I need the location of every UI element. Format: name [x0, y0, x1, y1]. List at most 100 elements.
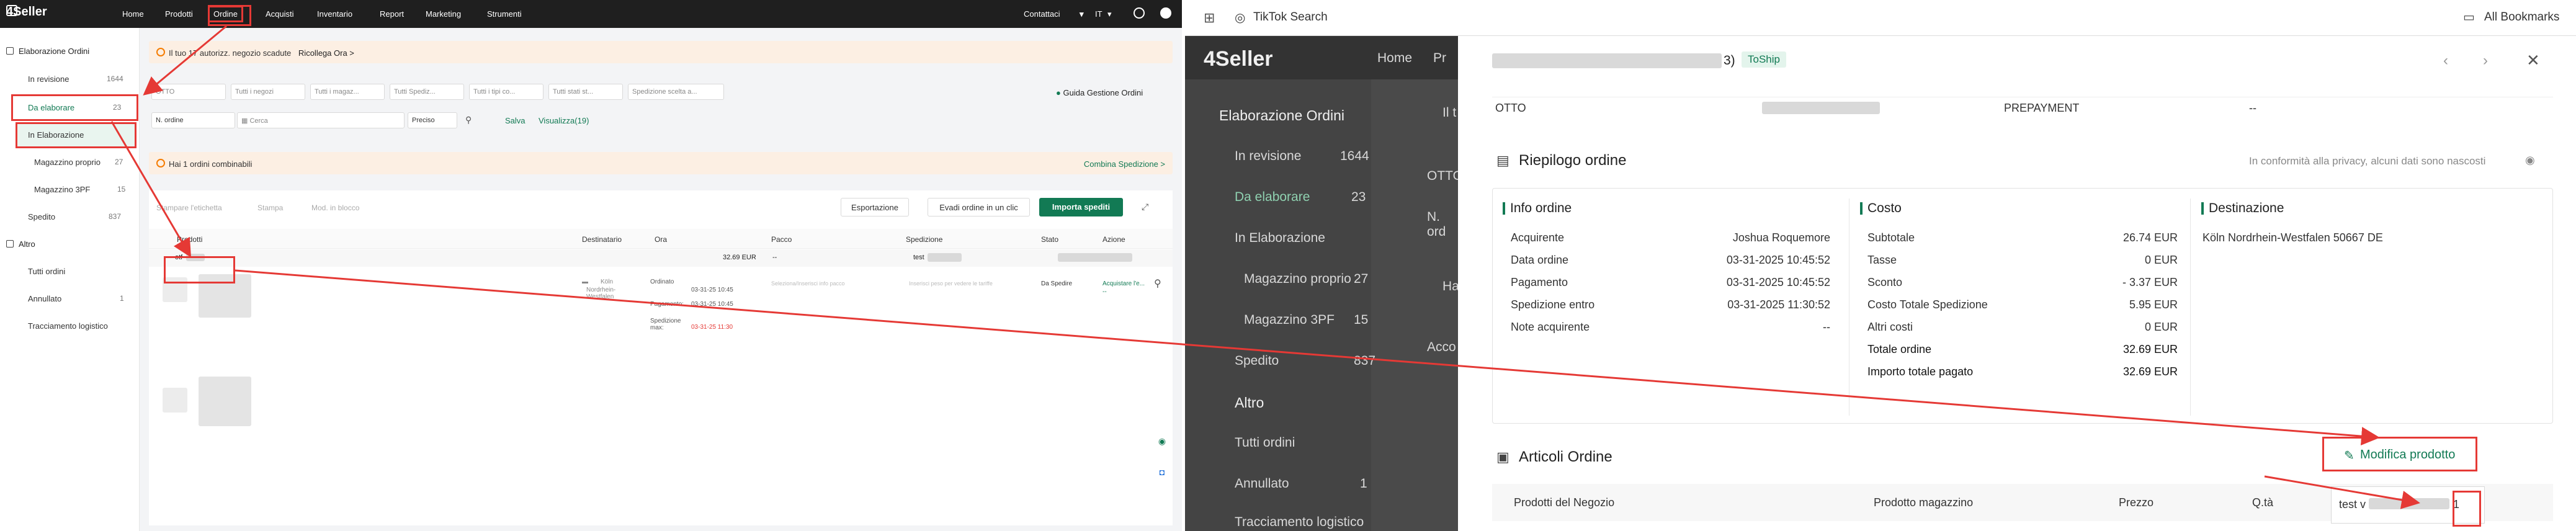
- filter-icon[interactable]: ⚲: [465, 115, 472, 125]
- view-link[interactable]: Visualizza(19): [539, 116, 589, 125]
- sidebar-group-orders[interactable]: Elaborazione Ordini: [6, 47, 89, 56]
- sidebar-item-shipped[interactable]: Spedito: [28, 212, 55, 221]
- blurred-text: [928, 253, 962, 262]
- search-field-select[interactable]: N. ordine: [151, 112, 235, 128]
- bg-item: Tutti ordini: [1235, 435, 1295, 450]
- modify-product-button[interactable]: ✎ Modifica prodotto: [2322, 437, 2477, 471]
- bg-nav-pr: Pr: [1433, 51, 1446, 65]
- settings-icon[interactable]: [1134, 7, 1145, 19]
- sidebar-item-tracking[interactable]: Tracciamento logistico: [28, 321, 108, 331]
- chat-icon[interactable]: ◘: [1154, 464, 1170, 480]
- ordered-date: 03-31-25 10:45: [691, 287, 733, 293]
- warehouse-select[interactable]: Tutti i magaz...: [310, 84, 385, 100]
- status-select[interactable]: Tutti stati st...: [548, 84, 623, 100]
- sidebar-item-review[interactable]: In revisione: [28, 74, 69, 84]
- package-hint[interactable]: Seleziona/Inserisci info pacco: [771, 280, 845, 287]
- ship-by-label: Spedizione max:: [650, 318, 681, 331]
- nav-report[interactable]: Report: [380, 9, 404, 19]
- guide-icon: ●: [1056, 88, 1061, 97]
- export-button[interactable]: Esportazione: [841, 198, 909, 216]
- nav-purchases[interactable]: Acquisti: [266, 9, 294, 19]
- buy-label-link[interactable]: Acquistare l'e...: [1102, 280, 1145, 287]
- close-icon[interactable]: ✕: [2526, 51, 2540, 70]
- section-bar: [1860, 202, 1863, 215]
- col-qty: Q.tà: [2252, 496, 2274, 509]
- one-click-ship-button[interactable]: Evadi ordine in un clic: [928, 198, 1030, 216]
- bg-item: Magazzino 3PF: [1244, 313, 1335, 327]
- print-button[interactable]: Stampa: [257, 203, 283, 212]
- more-actions[interactable]: --: [1102, 288, 1107, 295]
- avatar[interactable]: [1160, 7, 1171, 19]
- detail-label: Data ordine: [1511, 254, 1569, 266]
- type-select[interactable]: Tutti i tipi co...: [469, 84, 543, 100]
- bg-count: 27: [1354, 272, 1369, 286]
- nav-inventory[interactable]: Inventario: [317, 9, 352, 19]
- modify-product-label: Modifica prodotto: [2360, 448, 2456, 462]
- sidebar-item-all-orders[interactable]: Tutti ordini: [28, 267, 65, 276]
- recipient-region: Nordrhein-Westfalen: [586, 287, 616, 300]
- bg-item-active: Da elaborare: [1235, 190, 1310, 204]
- combine-link[interactable]: Combina Spedizione >: [1084, 159, 1165, 169]
- blurred-order-title: [1492, 53, 1722, 68]
- bookmark-tiktok[interactable]: TikTok Search: [1253, 11, 1328, 24]
- bg-count: 837: [1354, 354, 1376, 368]
- nav-home[interactable]: Home: [122, 9, 144, 19]
- print-label-button[interactable]: Stampare l'etichetta: [156, 203, 222, 212]
- bg-count: 23: [1351, 190, 1366, 204]
- nav-marketing[interactable]: Marketing: [426, 9, 461, 19]
- bg-count: 1644: [1340, 149, 1369, 163]
- col-package: Pacco: [771, 235, 792, 244]
- zoom-icon[interactable]: ⚲: [1154, 277, 1161, 290]
- bulk-edit-button[interactable]: Mod. in blocco: [311, 203, 359, 212]
- search-input[interactable]: ▦ Cerca: [237, 112, 405, 128]
- table-header: Prodotti Destinatario Ora Pacco Spedizio…: [149, 229, 1173, 249]
- logo: 4Seller: [6, 5, 47, 19]
- sidebar-item-cancelled[interactable]: Annullato: [28, 294, 61, 303]
- platform-select[interactable]: OTTO: [151, 84, 226, 100]
- col-price: Prezzo: [2119, 496, 2154, 509]
- detail-value: 03-31-2025 11:30:52: [1727, 298, 1830, 311]
- reconnect-link[interactable]: Ricollega Ora >: [298, 48, 354, 58]
- privacy-note: In conformità alla privacy, alcuni dati …: [2249, 155, 2486, 167]
- sidebar-item-own-warehouse[interactable]: Magazzino proprio: [34, 158, 101, 167]
- save-view-link[interactable]: Salva: [505, 116, 525, 125]
- next-icon[interactable]: ›: [2483, 52, 2488, 69]
- language-selector[interactable]: IT: [1095, 9, 1102, 19]
- store-select[interactable]: Tutti i negozi: [231, 84, 305, 100]
- shipping-select[interactable]: Tutti Spediz...: [390, 84, 464, 100]
- globe-icon: ◎: [1235, 11, 1246, 25]
- blurred-text: [2369, 498, 2449, 509]
- paid-date: 03-31-25 10:45: [691, 301, 733, 308]
- shipping-choice-select[interactable]: Spedizione scelta a...: [628, 84, 724, 100]
- contacts-link[interactable]: Contattaci: [1024, 9, 1060, 19]
- col-shipping: Spedizione: [906, 235, 943, 244]
- detail-label: Tasse: [1867, 254, 1897, 266]
- fullscreen-icon[interactable]: ⤢: [1142, 202, 1148, 212]
- search-mode-select[interactable]: Preciso: [408, 112, 457, 128]
- col-action: Azione: [1102, 235, 1125, 244]
- detail-label: Subtotale: [1867, 231, 1915, 244]
- sidebar-item-3pf[interactable]: Magazzino 3PF: [34, 185, 90, 194]
- nav-tools[interactable]: Strumenti: [487, 9, 522, 19]
- sidebar-group-other[interactable]: Altro: [6, 239, 35, 249]
- detail-label: Altri costi: [1867, 321, 1913, 333]
- help-icon[interactable]: ◉: [1154, 433, 1170, 449]
- bg-item: Annullato: [1235, 476, 1289, 491]
- bg-fragment: Acco: [1427, 340, 1456, 354]
- col-store-product: Prodotti del Negozio: [1514, 496, 1615, 509]
- combine-banner: Hai 1 ordini combinabili Combina Spedizi…: [149, 152, 1173, 174]
- bg-fragment: OTTO: [1427, 169, 1458, 183]
- eye-icon[interactable]: ◉: [2525, 154, 2535, 167]
- all-bookmarks[interactable]: All Bookmarks: [2484, 11, 2559, 24]
- prev-icon[interactable]: ‹: [2443, 52, 2448, 69]
- nav-products[interactable]: Prodotti: [165, 9, 193, 19]
- other-icon: [6, 240, 14, 248]
- sidebar-item-processing[interactable]: In Elaborazione: [28, 130, 84, 140]
- guide-link[interactable]: ● Guida Gestione Ordini: [1056, 88, 1143, 97]
- apps-icon[interactable]: ⊞: [1204, 10, 1215, 26]
- summary-title: Riepilogo ordine: [1519, 152, 1627, 169]
- bg-item: In revisione: [1235, 149, 1302, 163]
- col-recipient: Destinatario: [582, 235, 622, 244]
- detail-value: 32.69 EUR: [2122, 343, 2178, 355]
- import-shipped-button[interactable]: Importa spediti: [1039, 198, 1123, 216]
